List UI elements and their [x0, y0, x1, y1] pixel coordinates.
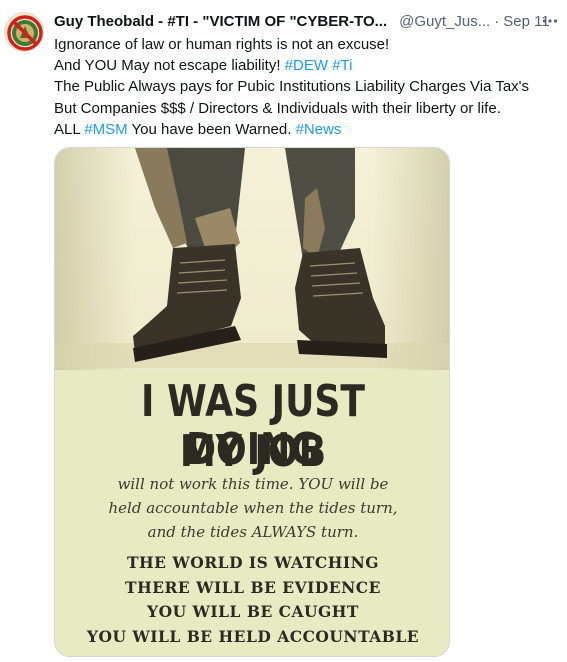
tweet-card[interactable]: Guy Theobald - #TI - "VICTIM OF "CYBER-T…: [0, 0, 567, 662]
hashtag-link[interactable]: #News: [296, 121, 342, 138]
tweet-line-text: And YOU May not escape liability!: [54, 57, 285, 75]
tweet-line-text: ALL: [54, 120, 85, 138]
tweet-line: The Public Always pays for Pubic Institu…: [54, 78, 530, 96]
user-handle[interactable]: @Guyt_Jus...: [399, 12, 490, 32]
separator-dot: ·: [494, 13, 500, 30]
display-name[interactable]: Guy Theobald - #TI - "VICTIM OF "CYBER-T…: [54, 12, 387, 32]
tweet-header: Guy Theobald - #TI - "VICTIM OF "CYBER-T…: [54, 12, 562, 32]
hashtag-link[interactable]: #MSM: [84, 121, 127, 138]
tweet-text: Ignorance of law or human rights is not …: [54, 34, 564, 140]
poster-caps-line: YOU WILL BE HELD ACCOUNTABLE: [86, 627, 420, 646]
more-horizontal-icon: [542, 19, 558, 23]
poster-caps-line: YOU WILL BE CAUGHT: [147, 602, 359, 621]
tweet-line: But Companies $$$ / Directors & Individu…: [54, 99, 501, 117]
poster-italic-line: will not work this time. YOU will be: [117, 475, 389, 493]
hashtag-link[interactable]: #DEW: [285, 57, 328, 74]
poster-caps-line: THE WORLD IS WATCHING: [126, 553, 380, 572]
poster-italic-line: and the tides ALWAYS turn.: [147, 523, 359, 541]
hashtag-link[interactable]: #Ti: [332, 57, 352, 74]
poster-italic-line: held accountable when the tides turn,: [108, 499, 398, 517]
tweet-image[interactable]: I WAS JUST DOING MY JOB will not work th…: [54, 147, 450, 657]
tweet-line: ALL #MSM You have been Warned. #News: [54, 119, 564, 140]
avatar[interactable]: [4, 12, 44, 52]
more-options-button[interactable]: [540, 11, 560, 31]
no-symbol-seal-icon: [6, 14, 43, 51]
tweet-line-text: You have been Warned.: [127, 120, 296, 138]
poster-heading: MY JOB: [179, 426, 327, 477]
poster-caps-line: THERE WILL BE EVIDENCE: [125, 578, 381, 597]
tweet-line: And YOU May not escape liability! #DEW #…: [54, 55, 564, 76]
tweet-line: Ignorance of law or human rights is not …: [54, 36, 390, 53]
